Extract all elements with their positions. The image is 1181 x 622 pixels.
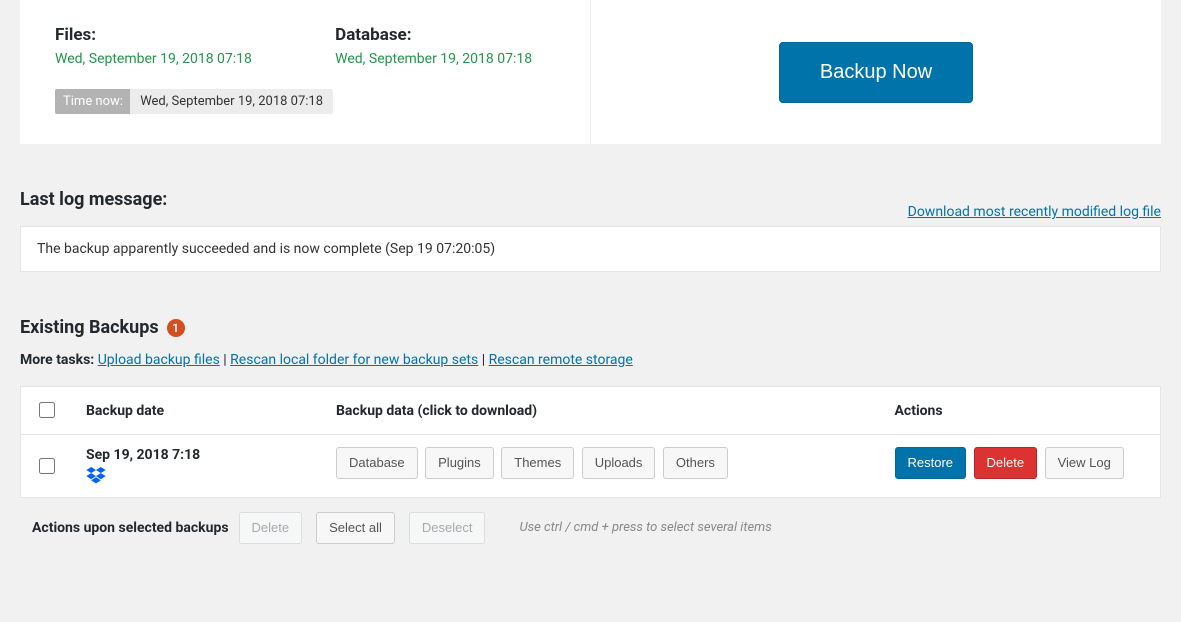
download-uploads-button[interactable]: Uploads — [582, 447, 656, 479]
dropbox-icon — [86, 467, 308, 485]
backup-now-block: Backup Now — [591, 0, 1161, 144]
download-others-button[interactable]: Others — [663, 447, 728, 479]
backups-table: Backup date Backup data (click to downlo… — [20, 386, 1161, 498]
row-select-checkbox[interactable] — [39, 458, 55, 474]
database-next-date: Wed, September 19, 2018 07:18 — [335, 51, 532, 67]
schedule-panel: Files: Wed, September 19, 2018 07:18 Dat… — [20, 0, 1161, 144]
more-tasks-label: More tasks: — [20, 352, 94, 368]
time-now-row: Time now: Wed, September 19, 2018 07:18 — [55, 89, 532, 114]
last-log-message: The backup apparently succeeded and is n… — [20, 226, 1161, 272]
existing-backups-heading: Existing Backups — [20, 317, 159, 338]
backup-date: Sep 19, 2018 7:18 — [86, 447, 308, 463]
restore-button[interactable]: Restore — [895, 447, 967, 479]
col-backup-date: Backup date — [72, 387, 322, 435]
download-log-link[interactable]: Download most recently modified log file — [908, 204, 1161, 220]
delete-button[interactable]: Delete — [974, 447, 1038, 479]
view-log-button[interactable]: View Log — [1045, 447, 1124, 479]
actions-footer-label: Actions upon selected backups — [32, 520, 229, 536]
database-label: Database: — [335, 25, 532, 45]
multi-select-hint: Use ctrl / cmd + press to select several… — [519, 520, 771, 535]
last-log-heading: Last log message: — [20, 189, 167, 210]
existing-backups-count-badge: 1 — [167, 319, 185, 337]
col-actions: Actions — [881, 387, 1161, 435]
rescan-remote-link[interactable]: Rescan remote storage — [489, 352, 633, 368]
time-now-value: Wed, September 19, 2018 07:18 — [130, 89, 333, 114]
time-now-label: Time now: — [55, 89, 131, 114]
download-plugins-button[interactable]: Plugins — [425, 447, 494, 479]
rescan-local-link[interactable]: Rescan local folder for new backup sets — [230, 352, 478, 368]
col-backup-data: Backup data (click to download) — [322, 387, 881, 435]
deselect-button[interactable]: Deselect — [409, 512, 486, 544]
more-tasks: More tasks: Upload backup files | Rescan… — [20, 352, 1161, 368]
files-label: Files: — [55, 25, 252, 45]
bulk-delete-button[interactable]: Delete — [239, 512, 303, 544]
select-all-button[interactable]: Select all — [316, 512, 395, 544]
upload-backup-files-link[interactable]: Upload backup files — [98, 352, 220, 368]
schedule-block: Files: Wed, September 19, 2018 07:18 Dat… — [20, 0, 591, 144]
files-next-date: Wed, September 19, 2018 07:18 — [55, 51, 252, 67]
actions-footer: Actions upon selected backups Delete Sel… — [20, 498, 1161, 558]
select-all-checkbox[interactable] — [39, 402, 55, 418]
backup-now-button[interactable]: Backup Now — [779, 42, 973, 103]
download-database-button[interactable]: Database — [336, 447, 418, 479]
download-themes-button[interactable]: Themes — [501, 447, 574, 479]
table-row: Sep 19, 2018 7:18 Database Plugins Theme… — [21, 435, 1161, 498]
